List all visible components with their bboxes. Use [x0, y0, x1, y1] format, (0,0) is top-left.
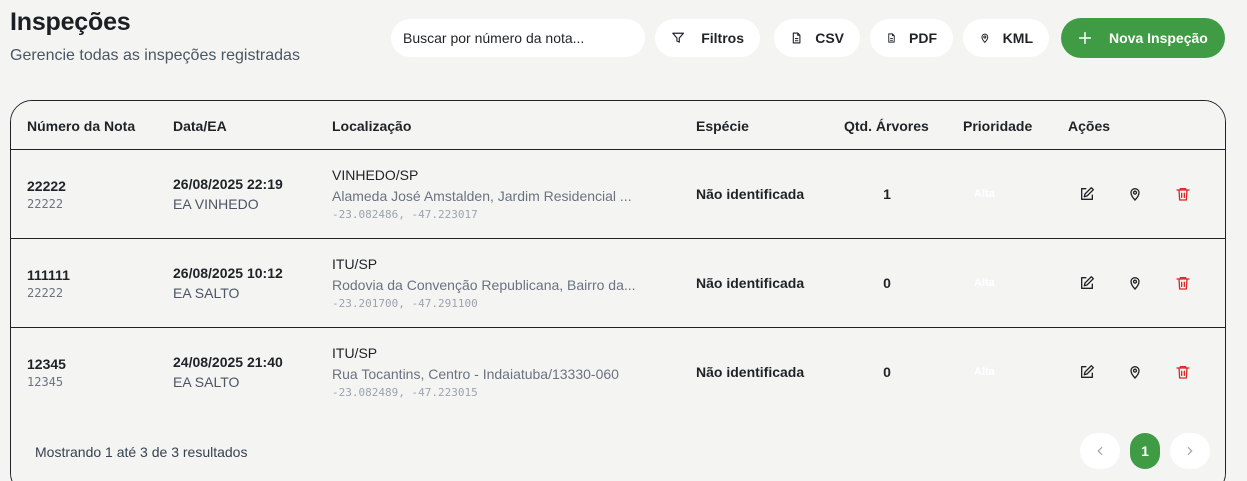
view-location-button[interactable]: [1125, 184, 1145, 204]
page-button-current[interactable]: 1: [1130, 433, 1160, 469]
trash-icon: [1176, 277, 1190, 290]
trash-icon: [1176, 188, 1190, 201]
address: Rodovia da Convenção Republicana, Bairro…: [332, 277, 636, 293]
nota-sub: 12345: [27, 375, 64, 389]
column-header-prioridade: Prioridade: [963, 118, 1033, 134]
qtd-arvores: 0: [883, 275, 891, 291]
delete-button[interactable]: [1173, 273, 1193, 293]
inspection-date: 26/08/2025 10:12: [173, 265, 283, 281]
new-inspection-label: Nova Inspeção: [1109, 30, 1208, 46]
nota-number: 22222: [27, 178, 66, 194]
view-location-button[interactable]: [1125, 362, 1145, 382]
page-title: Inspeções: [10, 8, 131, 36]
results-count: Mostrando 1 até 3 de 3 resultados: [35, 444, 248, 460]
filters-button[interactable]: Filtros: [655, 19, 760, 57]
delete-button[interactable]: [1173, 184, 1193, 204]
filter-icon: [672, 32, 685, 43]
edit-icon: [1081, 187, 1094, 200]
nota-sub: 22222: [27, 197, 64, 211]
column-header-qtd-arvores: Qtd. Árvores: [844, 118, 929, 134]
city: ITU/SP: [332, 345, 378, 361]
chevron-left-icon: [1097, 446, 1103, 456]
especie: Não identificada: [696, 186, 805, 202]
view-location-button[interactable]: [1125, 273, 1145, 293]
toolbar: Filtros CSV PDF KML Nova Inspeção: [391, 18, 1225, 58]
especie: Não identificada: [696, 275, 805, 291]
coordinates: -23.082489, -47.223015: [332, 386, 478, 399]
edit-button[interactable]: [1077, 273, 1097, 293]
city: VINHEDO/SP: [332, 167, 419, 183]
column-header-localizacao: Localização: [332, 118, 412, 134]
edit-button[interactable]: [1077, 362, 1097, 382]
column-header-data-ea: Data/EA: [173, 118, 227, 134]
export-pdf-button[interactable]: PDF: [870, 19, 953, 57]
new-inspection-button[interactable]: Nova Inspeção: [1061, 18, 1225, 58]
edit-icon: [1081, 276, 1094, 289]
nota-number: 12345: [27, 356, 66, 372]
export-csv-button[interactable]: CSV: [774, 19, 860, 57]
table-header: Número da Nota Data/EA Localização Espéc…: [11, 101, 1225, 150]
ea-name: EA SALTO: [173, 285, 240, 301]
ea-name: EA SALTO: [173, 374, 240, 390]
city: ITU/SP: [332, 256, 378, 272]
priority-badge: Alta: [974, 366, 995, 378]
table-row: 12345 12345 24/08/2025 21:40 EA SALTO IT…: [11, 328, 1225, 417]
file-text-icon: [888, 33, 895, 43]
filters-label: Filtros: [701, 30, 744, 46]
map-pin-icon: [981, 33, 989, 44]
table-footer: Mostrando 1 até 3 de 3 resultados 1: [11, 417, 1225, 481]
chevron-right-icon: [1187, 446, 1193, 456]
address: Alameda José Amstalden, Jardim Residenci…: [332, 188, 632, 204]
edit-button[interactable]: [1077, 184, 1097, 204]
edit-icon: [1081, 365, 1094, 378]
file-text-icon: [792, 32, 801, 44]
delete-button[interactable]: [1173, 362, 1193, 382]
inspection-date: 26/08/2025 22:19: [173, 176, 283, 192]
inspection-date: 24/08/2025 21:40: [173, 354, 283, 370]
priority-badge: Alta: [974, 188, 995, 200]
trash-icon: [1176, 366, 1190, 379]
pdf-label: PDF: [909, 30, 937, 46]
column-header-acoes: Ações: [1068, 118, 1111, 134]
qtd-arvores: 1: [883, 186, 891, 202]
nota-sub: 22222: [27, 286, 64, 300]
coordinates: -23.082486, -47.223017: [332, 208, 478, 221]
map-pin-icon: [1130, 188, 1140, 201]
plus-icon: [1078, 31, 1092, 45]
inspections-table-card: Número da Nota Data/EA Localização Espéc…: [10, 100, 1226, 481]
column-header-especie: Espécie: [696, 118, 749, 134]
pagination: 1: [1080, 433, 1210, 469]
nota-number: 111111: [27, 267, 70, 283]
next-page-button[interactable]: [1170, 433, 1210, 469]
priority-badge: Alta: [974, 277, 995, 289]
coordinates: -23.201700, -47.291100: [332, 297, 478, 310]
address: Rua Tocantins, Centro - Indaiatuba/13330…: [332, 366, 619, 382]
ea-name: EA VINHEDO: [173, 196, 259, 212]
search-input[interactable]: [391, 19, 645, 57]
page-subtitle: Gerencie todas as inspeções registradas: [10, 47, 300, 64]
export-kml-button[interactable]: KML: [963, 19, 1049, 57]
kml-label: KML: [1002, 30, 1033, 46]
table-row: 111111 22222 26/08/2025 10:12 EA SALTO I…: [11, 239, 1225, 328]
column-header-nota: Número da Nota: [27, 118, 136, 134]
map-pin-icon: [1130, 277, 1140, 290]
csv-label: CSV: [815, 30, 844, 46]
map-pin-icon: [1130, 366, 1140, 379]
prev-page-button[interactable]: [1080, 433, 1120, 469]
table-row: 22222 22222 26/08/2025 22:19 EA VINHEDO …: [11, 150, 1225, 239]
qtd-arvores: 0: [883, 364, 891, 380]
especie: Não identificada: [696, 364, 805, 380]
